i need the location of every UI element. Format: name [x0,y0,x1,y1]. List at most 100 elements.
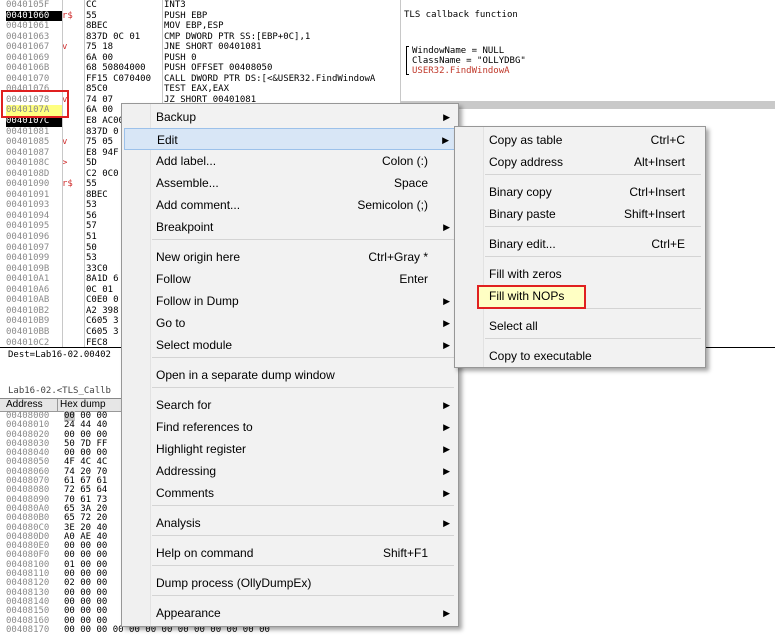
submenu-item-binary-paste[interactable]: Binary paste Shift+Insert [457,203,703,225]
menu-item-label: Highlight register [156,442,247,456]
dump-col-address[interactable]: Address [6,399,43,411]
disasm-address[interactable]: 00401099 [6,253,62,264]
dump-address-column[interactable]: 00408000 00408010 00408020 00408030 00408040… [6,411,49,635]
info-dest: Dest=Lab16-02.00402 [8,350,111,360]
disasm-instruction[interactable]: JNE SHORT 00401081 [164,42,400,53]
menu-item-label: Help on command [156,546,254,560]
disasm-address[interactable]: 00401091 [6,190,62,201]
disasm-address[interactable]: 00401096 [6,232,62,243]
disasm-address[interactable]: 0040105F [6,0,62,11]
chevron-right-icon: ▶ [443,466,450,476]
comment-column[interactable]: TLS callback function WindowName = NULL … [404,0,774,76]
menu-item-breakpoint[interactable]: Breakpoint ▶ [124,216,456,238]
dump-col-hex[interactable]: Hex dump [60,399,106,411]
menu-item-dump-process-ollydumpex[interactable]: Dump process (OllyDumpEx) [124,572,456,594]
disasm-instruction[interactable]: PUSH 0 [164,53,400,64]
menu-item-go-to[interactable]: Go to ▶ [124,312,456,334]
menu-item-highlight-register[interactable]: Highlight register ▶ [124,438,456,460]
jump-marker [62,264,76,275]
disasm-address[interactable]: 00401093 [6,200,62,211]
menu-item-add-label[interactable]: Add label... Colon (:) [124,150,456,172]
menu-item-shortcut: Colon (:) [381,154,428,168]
submenu-item-copy-address[interactable]: Copy address Alt+Insert [457,151,703,173]
submenu-item-binary-copy[interactable]: Binary copy Ctrl+Insert [457,181,703,203]
disasm-instruction[interactable]: INT3 [164,0,400,11]
disasm-address[interactable]: 004010A6 [6,285,62,296]
address-column[interactable]: 0040105F 00401060 00401061 00401063 00401067… [6,0,62,347]
context-menu[interactable]: Backup ▶ Edit ▶ Add label... Colon (:) Assembl… [121,103,459,627]
disasm-address[interactable]: 00401061 [6,21,62,32]
disasm-hex[interactable]: 75 18 [86,42,164,53]
disasm-hex[interactable]: 8BEC [86,21,164,32]
disasm-address[interactable]: 004010B2 [6,306,62,317]
disasm-address[interactable]: 004010B9 [6,316,62,327]
disasm-instruction[interactable]: TEST EAX,EAX [164,84,400,95]
menu-item-edit[interactable]: Edit ▶ [124,128,456,150]
disasm-hex[interactable]: 6A 00 [86,53,164,64]
menu-item-label: Search for [156,398,212,412]
jump-marker [62,21,76,32]
dump-hex-row[interactable]: 00 00 00 00 00 00 00 00 00 00 00 00 00 [64,625,270,635]
disasm-address[interactable]: 00401094 [6,211,62,222]
disasm-address[interactable]: 004010AB [6,295,62,306]
submenu-item-copy-as-table[interactable]: Copy as table Ctrl+C [457,129,703,151]
menu-item-find-references-to[interactable]: Find references to ▶ [124,416,456,438]
disasm-instruction[interactable]: PUSH EBP [164,11,400,22]
disasm-address[interactable]: 00401087 [6,148,62,159]
disasm-address[interactable]: 00401063 [6,32,62,43]
disasm-address[interactable]: 004010A1 [6,274,62,285]
menu-item-addressing[interactable]: Addressing ▶ [124,460,456,482]
disasm-instruction[interactable]: PUSH OFFSET 00408050 [164,63,400,74]
menu-item-add-comment[interactable]: Add comment... Semicolon (;) [124,194,456,216]
edit-submenu[interactable]: Copy as table Ctrl+C Copy address Alt+Inser… [454,126,706,368]
menu-item-new-origin-here[interactable]: New origin here Ctrl+Gray * [124,246,456,268]
submenu-item-fill-with-zeros[interactable]: Fill with zeros [457,263,703,285]
submenu-item-label: Binary paste [489,207,556,221]
dump-address[interactable]: 00408170 [6,625,49,635]
submenu-item-copy-to-executable[interactable]: Copy to executable [457,345,703,367]
disasm-hex[interactable]: 68 50804000 [86,63,164,74]
disasm-address[interactable]: 00401085 [6,137,62,148]
menu-item-appearance[interactable]: Appearance ▶ [124,602,456,624]
menu-item-follow[interactable]: Follow Enter [124,268,456,290]
disasm-hex[interactable]: FF15 C070400 [86,74,164,85]
disasm-address[interactable]: 00401081 [6,127,62,138]
menu-item-help-on-command[interactable]: Help on command Shift+F1 [124,542,456,564]
disasm-address[interactable]: 00401090 [6,179,62,190]
disasm-address[interactable]: 0040106B [6,63,62,74]
menu-item-follow-in-dump[interactable]: Follow in Dump ▶ [124,290,456,312]
menu-item-select-module[interactable]: Select module ▶ [124,334,456,356]
submenu-item-select-all[interactable]: Select all [457,315,703,337]
jump-marker [62,200,76,211]
assembly-column[interactable]: INT3 PUSH EBP MOV EBP,ESP CMP DWORD PTR SS:… [164,0,400,116]
disasm-address[interactable]: 00401060 [6,10,62,22]
menu-item-comments[interactable]: Comments ▶ [124,482,456,504]
menu-item-analysis[interactable]: Analysis ▶ [124,512,456,534]
disasm-hex[interactable]: CC [86,0,164,11]
disasm-hex[interactable]: 85C0 [86,84,164,95]
disasm-address[interactable]: 00401097 [6,243,62,254]
disasm-address[interactable]: 004010C2 [6,338,62,348]
disasm-address[interactable]: 00401069 [6,53,62,64]
menu-item-assemble[interactable]: Assemble... Space [124,172,456,194]
menu-item-search-for[interactable]: Search for ▶ [124,394,456,416]
disasm-instruction[interactable]: MOV EBP,ESP [164,21,400,32]
disasm-address[interactable]: 00401095 [6,221,62,232]
submenu-item-binary-edit[interactable]: Binary edit... Ctrl+E [457,233,703,255]
submenu-item-label: Copy address [489,155,564,169]
disasm-address[interactable]: 0040109B [6,264,62,275]
jump-marker [62,53,76,64]
disasm-address[interactable]: 00401070 [6,74,62,85]
disasm-instruction[interactable]: CMP DWORD PTR SS:[EBP+0C],1 [164,32,400,43]
disasm-address[interactable]: 0040108C [6,158,62,169]
disasm-hex[interactable]: 55 [86,11,164,22]
disasm-address[interactable]: 0040108D [6,169,62,180]
disasm-address[interactable]: 00401067 [6,42,62,53]
disasm-hex[interactable]: 837D 0C 01 [86,32,164,43]
submenu-item-fill-with-nops[interactable]: Fill with NOPs [457,285,703,309]
menu-item-label: Dump process (OllyDumpEx) [156,576,312,590]
menu-item-backup[interactable]: Backup ▶ [124,106,456,128]
disasm-instruction[interactable]: CALL DWORD PTR DS:[<&USER32.FindWindowA [164,74,400,85]
menu-item-open-in-a-separate-dump-window[interactable]: Open in a separate dump window [124,364,456,386]
disasm-address[interactable]: 004010BB [6,327,62,338]
